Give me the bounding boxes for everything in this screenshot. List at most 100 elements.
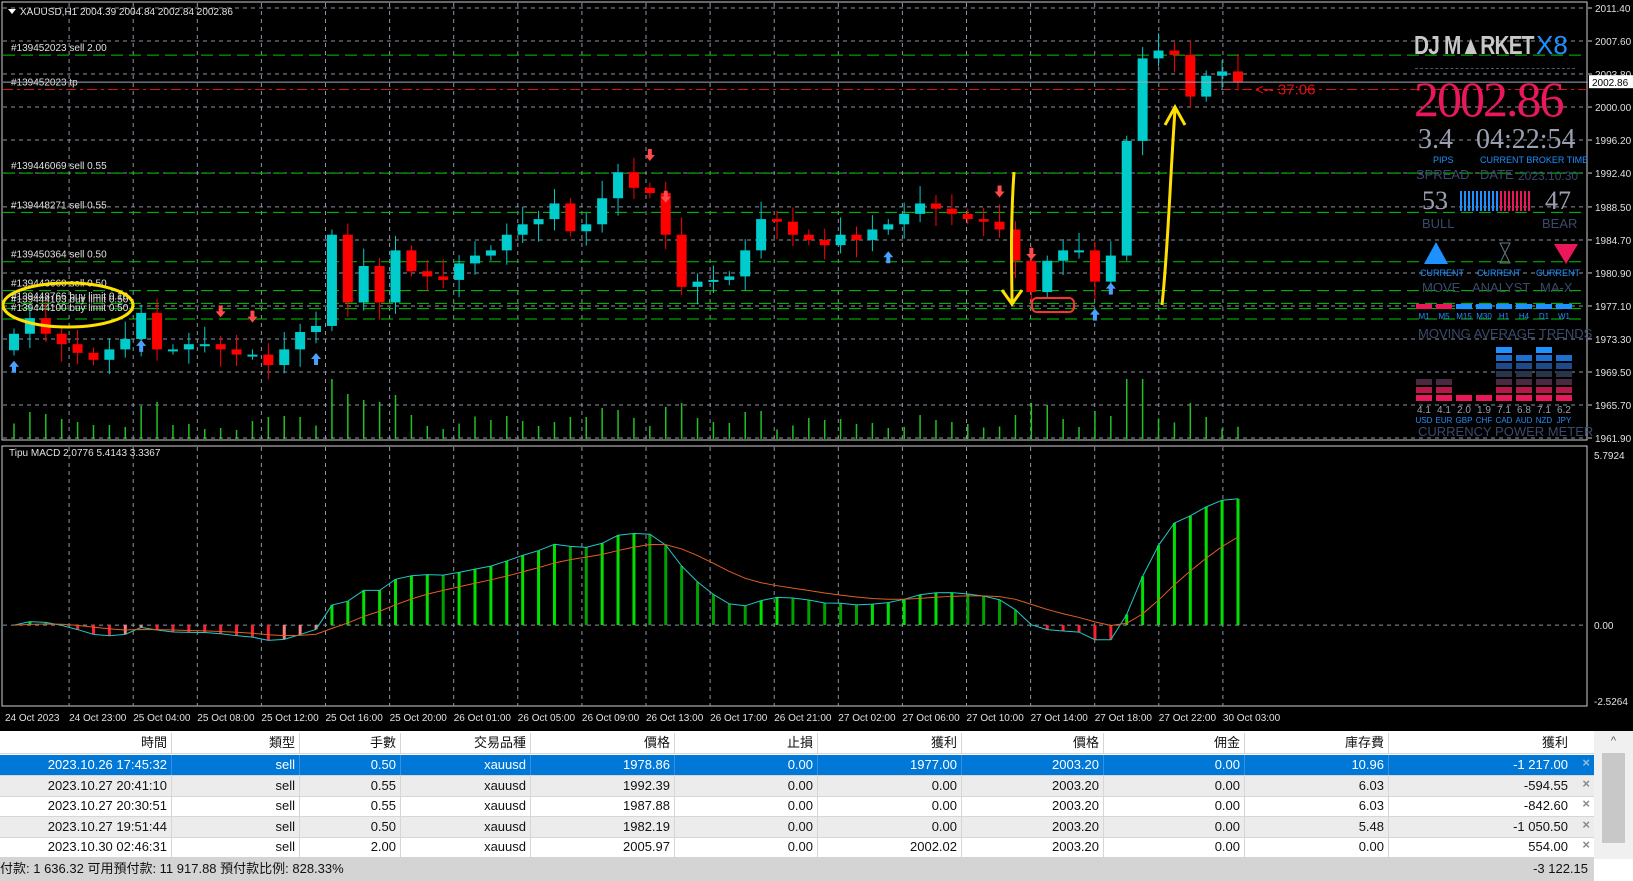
close-order-icon[interactable]: ×	[1582, 776, 1590, 791]
column-header[interactable]: 佣金	[1104, 733, 1245, 753]
bull-candle	[167, 349, 178, 352]
table-cell: xauusd	[401, 775, 531, 796]
macd-pane-border	[1, 445, 1588, 707]
price-chart[interactable]: 2011.402007.602003.802000.001996.201992.…	[0, 0, 1633, 730]
bull-candle	[120, 338, 131, 350]
table-cell: 0.55	[300, 775, 401, 796]
price-axis-label: 1992.40	[1595, 169, 1632, 180]
bear-candle	[342, 234, 353, 303]
bear-candle	[851, 234, 862, 240]
scroll-thumb[interactable]	[1602, 753, 1625, 843]
bull-candle	[1058, 250, 1069, 261]
bull-candle	[1105, 255, 1116, 282]
macd-axis-label: 5.7924	[1594, 451, 1625, 462]
price-axis-label: 1980.90	[1595, 269, 1632, 280]
table-cell: 554.00	[1528, 839, 1568, 854]
table-cell: xauusd	[401, 816, 531, 837]
bear-candle	[819, 239, 830, 246]
bull-candle	[1217, 71, 1228, 76]
table-row[interactable]: 2023.10.27 19:51:44 sell 0.50 xauusd 1982.19…	[0, 816, 1594, 838]
time-axis-label: 26 Oct 05:00	[518, 713, 576, 724]
table-cell: 1992.39	[531, 775, 675, 796]
bull-candle	[1121, 140, 1132, 256]
table-cell: 1977.00	[818, 755, 962, 775]
bull-candle	[883, 224, 894, 230]
time-axis-label: 27 Oct 18:00	[1095, 713, 1153, 724]
table-row[interactable]: 2023.10.27 20:41:10 sell 0.55 xauusd 1992.39…	[0, 775, 1594, 797]
table-cell: sell	[172, 816, 300, 837]
table-cell: 0.00	[675, 837, 818, 857]
bull-candle	[295, 332, 306, 350]
price-axis-label: 1996.20	[1595, 136, 1632, 147]
time-axis-label: 26 Oct 09:00	[582, 713, 640, 724]
table-cell: 2023.10.26 17:45:32	[0, 755, 172, 775]
table-cell: -594.55	[1523, 777, 1568, 793]
column-header[interactable]: 止損	[675, 733, 818, 753]
bull-candle	[279, 349, 290, 366]
bear-candle	[88, 352, 99, 360]
sell-signal-arrow-icon	[1026, 248, 1037, 261]
table-cell: 0.00	[675, 816, 818, 837]
table-cell: 2003.20	[962, 796, 1104, 816]
close-order-icon[interactable]: ×	[1582, 837, 1590, 852]
table-row[interactable]: 2023.10.26 17:45:32 sell 0.50 xauusd 1978.86…	[0, 755, 1594, 776]
bull-candle	[533, 219, 544, 225]
column-header[interactable]: 獲利	[1389, 733, 1572, 753]
column-header[interactable]: 手數	[300, 733, 401, 753]
ohlc-readout: 2004.39 2004.84 2002.84 2002.86	[80, 7, 233, 18]
bull-candle	[1137, 58, 1148, 141]
time-axis-label: 27 Oct 02:00	[838, 713, 896, 724]
table-cell: -842.60	[1523, 798, 1568, 813]
bear-candle	[406, 250, 417, 272]
price-axis-label: 1973.30	[1595, 335, 1632, 346]
table-cell: 2.00	[300, 837, 401, 857]
bull-candle	[136, 312, 147, 339]
column-header[interactable]: 價格	[962, 733, 1104, 753]
bull-candle	[247, 354, 258, 357]
table-row[interactable]: 2023.10.30 02:46:31 sell 2.00 xauusd 2005.97…	[0, 837, 1594, 858]
table-cell: 2003.20	[962, 816, 1104, 837]
bull-candle	[311, 325, 322, 333]
close-order-icon[interactable]: ×	[1582, 796, 1590, 811]
bear-candle	[930, 203, 941, 209]
column-header[interactable]: 類型	[172, 733, 300, 753]
table-cell: 0.00	[675, 755, 818, 775]
bear-candle	[994, 221, 1005, 230]
column-header[interactable]: 時間	[0, 733, 172, 753]
close-order-icon[interactable]: ×	[1582, 755, 1590, 770]
column-header[interactable]: 交易品種	[401, 733, 531, 753]
bear-candle	[1026, 260, 1037, 293]
table-cell: sell	[172, 796, 300, 816]
bear-candle	[787, 221, 798, 235]
column-header[interactable]: 價格	[531, 733, 675, 753]
bear-candle	[676, 234, 687, 287]
time-axis-label: 27 Oct 22:00	[1159, 713, 1217, 724]
column-header[interactable]: 庫存費	[1245, 733, 1389, 753]
table-cell: xauusd	[401, 755, 531, 775]
bear-candle	[565, 203, 576, 232]
time-axis-label: 26 Oct 01:00	[454, 713, 512, 724]
bull-candle	[1074, 250, 1085, 253]
close-order-icon[interactable]: ×	[1582, 817, 1590, 832]
table-cell: 1978.86	[531, 755, 675, 775]
bull-candle	[9, 333, 19, 351]
scroll-up-button[interactable]: ^	[1594, 731, 1633, 751]
time-axis-label: 25 Oct 16:00	[326, 713, 384, 724]
bear-candle	[422, 271, 433, 277]
bull-candle	[613, 172, 624, 199]
bull-candle	[199, 344, 210, 347]
vertical-scrollbar[interactable]: ^	[1594, 731, 1633, 859]
bull-candle	[597, 198, 608, 225]
column-header[interactable]: 獲利	[818, 733, 962, 753]
table-cell: 2023.10.30 02:46:31	[0, 837, 172, 857]
bull-candle	[1042, 260, 1053, 293]
bear-candle	[628, 172, 639, 188]
bull-candle	[899, 213, 910, 225]
bear-candle	[772, 219, 783, 222]
table-cell: sell	[172, 837, 300, 857]
time-axis-label: 24 Oct 23:00	[69, 713, 127, 724]
bear-candle	[1233, 71, 1243, 83]
price-axis-label: 1988.50	[1595, 203, 1632, 214]
price-axis-label: 2011.40	[1595, 4, 1631, 15]
table-row[interactable]: 2023.10.27 20:30:51 sell 0.55 xauusd 1987.88…	[0, 796, 1594, 817]
